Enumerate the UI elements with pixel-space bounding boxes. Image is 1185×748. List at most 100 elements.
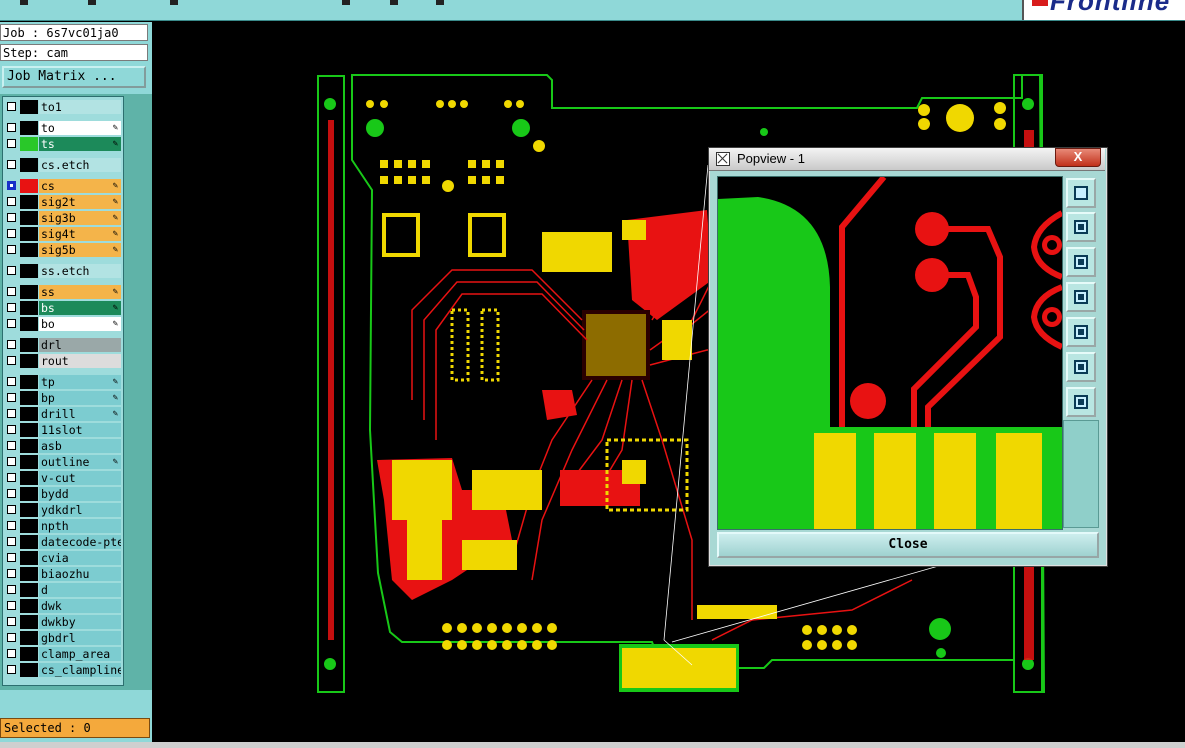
layer-checkbox[interactable] [7,123,16,132]
layer-color-swatch[interactable] [20,211,38,225]
layer-name[interactable]: dwk [39,599,121,613]
layer-row[interactable]: dwkby [3,614,123,630]
layer-checkbox[interactable] [7,197,16,206]
layer-name[interactable]: ss ✎ [39,285,121,299]
layer-checkbox[interactable] [7,489,16,498]
layer-checkbox[interactable] [7,229,16,238]
layer-checkbox[interactable] [7,303,16,312]
layer-name[interactable]: clamp_area [39,647,121,661]
layer-checkbox[interactable] [7,569,16,578]
layer-name[interactable]: datecode-pte [39,535,121,549]
layer-name[interactable]: cvia [39,551,121,565]
layer-color-swatch[interactable] [20,631,38,645]
layer-color-swatch[interactable] [20,137,38,151]
layer-color-swatch[interactable] [20,121,38,135]
layer-color-swatch[interactable] [20,391,38,405]
layer-color-swatch[interactable] [20,301,38,315]
layer-name[interactable]: biaozhu [39,567,121,581]
layer-color-swatch[interactable] [20,423,38,437]
layer-color-swatch[interactable] [20,535,38,549]
layer-checkbox[interactable] [7,102,16,111]
layer-row[interactable]: bydd [3,486,123,502]
layer-checkbox[interactable] [7,266,16,275]
layer-row[interactable]: gbdrl [3,630,123,646]
layer-list-body[interactable]: to1 to ✎ ts ✎ cs.etch cs ✎ sig2t ✎ sig3b ✎ sig4t ✎ sig… [2,96,124,686]
toolbar-handle[interactable] [436,0,444,5]
layer-checkbox[interactable] [7,585,16,594]
layer-row[interactable]: cs.etch [3,157,123,173]
layer-name[interactable]: sig4t ✎ [39,227,121,241]
layer-row[interactable]: asb [3,438,123,454]
layer-color-swatch[interactable] [20,243,38,257]
layer-checkbox[interactable] [7,213,16,222]
layer-checkbox[interactable] [7,505,16,514]
layer-checkbox[interactable] [7,601,16,610]
layer-checkbox[interactable] [7,287,16,296]
layer-row[interactable]: ss.etch [3,263,123,279]
layer-color-swatch[interactable] [20,663,38,677]
layer-name[interactable]: v-cut [39,471,121,485]
layer-row[interactable]: sig5b ✎ [3,242,123,258]
layer-color-swatch[interactable] [20,455,38,469]
layer-row[interactable]: sig2t ✎ [3,194,123,210]
layer-row[interactable]: tp ✎ [3,374,123,390]
layer-row[interactable]: cs_clampline [3,662,123,678]
pan-down-icon[interactable] [1066,247,1096,277]
layer-name[interactable]: rout [39,354,121,368]
layer-checkbox[interactable] [7,649,16,658]
layer-color-swatch[interactable] [20,647,38,661]
toolbar-handle[interactable] [170,0,178,5]
layer-name[interactable]: npth [39,519,121,533]
layer-color-swatch[interactable] [20,317,38,331]
layer-name[interactable]: to ✎ [39,121,121,135]
layer-color-swatch[interactable] [20,615,38,629]
layer-checkbox[interactable] [7,617,16,626]
layer-row[interactable]: ss ✎ [3,284,123,300]
popview-dialog[interactable]: Popview - 1 X Close [708,147,1108,567]
layer-row[interactable]: to ✎ [3,120,123,136]
layer-name[interactable]: d [39,583,121,597]
layer-color-swatch[interactable] [20,100,38,114]
layer-name[interactable]: bs ✎ [39,301,121,315]
layer-name[interactable]: sig5b ✎ [39,243,121,257]
layer-row[interactable]: cs ✎ [3,178,123,194]
layer-color-swatch[interactable] [20,519,38,533]
toolbar-handle[interactable] [88,0,96,5]
pan-up-icon[interactable] [1066,212,1096,242]
layer-color-swatch[interactable] [20,599,38,613]
layer-row[interactable]: 11slot [3,422,123,438]
layer-color-swatch[interactable] [20,195,38,209]
layer-checkbox[interactable] [7,139,16,148]
layer-color-swatch[interactable] [20,503,38,517]
layer-color-swatch[interactable] [20,264,38,278]
layer-color-swatch[interactable] [20,567,38,581]
layer-color-swatch[interactable] [20,375,38,389]
layer-name[interactable]: ss.etch [39,264,121,278]
layer-color-swatch[interactable] [20,285,38,299]
layer-color-swatch[interactable] [20,158,38,172]
layer-name[interactable]: ts ✎ [39,137,121,151]
layer-checkbox[interactable] [7,393,16,402]
layer-color-swatch[interactable] [20,227,38,241]
toolbar-handle[interactable] [20,0,28,5]
layer-row[interactable]: drl [3,337,123,353]
layer-checkbox[interactable] [7,665,16,674]
layer-checkbox[interactable] [7,319,16,328]
pan-right-icon[interactable] [1066,317,1096,347]
layer-row[interactable]: outline ✎ [3,454,123,470]
layer-color-swatch[interactable] [20,439,38,453]
layer-row[interactable]: bp ✎ [3,390,123,406]
layer-name[interactable]: gbdrl [39,631,121,645]
layer-name[interactable]: to1 [39,100,121,114]
layer-row[interactable]: datecode-pte [3,534,123,550]
layer-row[interactable]: sig3b ✎ [3,210,123,226]
layer-row[interactable]: v-cut [3,470,123,486]
popview-titlebar[interactable]: Popview - 1 X [709,148,1105,171]
popview-viewport[interactable] [717,176,1063,530]
layer-name[interactable]: 11slot [39,423,121,437]
close-button[interactable]: Close [717,532,1099,558]
layer-checkbox[interactable] [7,377,16,386]
layer-name[interactable]: asb [39,439,121,453]
toolbar-handle[interactable] [390,0,398,5]
layer-color-swatch[interactable] [20,487,38,501]
